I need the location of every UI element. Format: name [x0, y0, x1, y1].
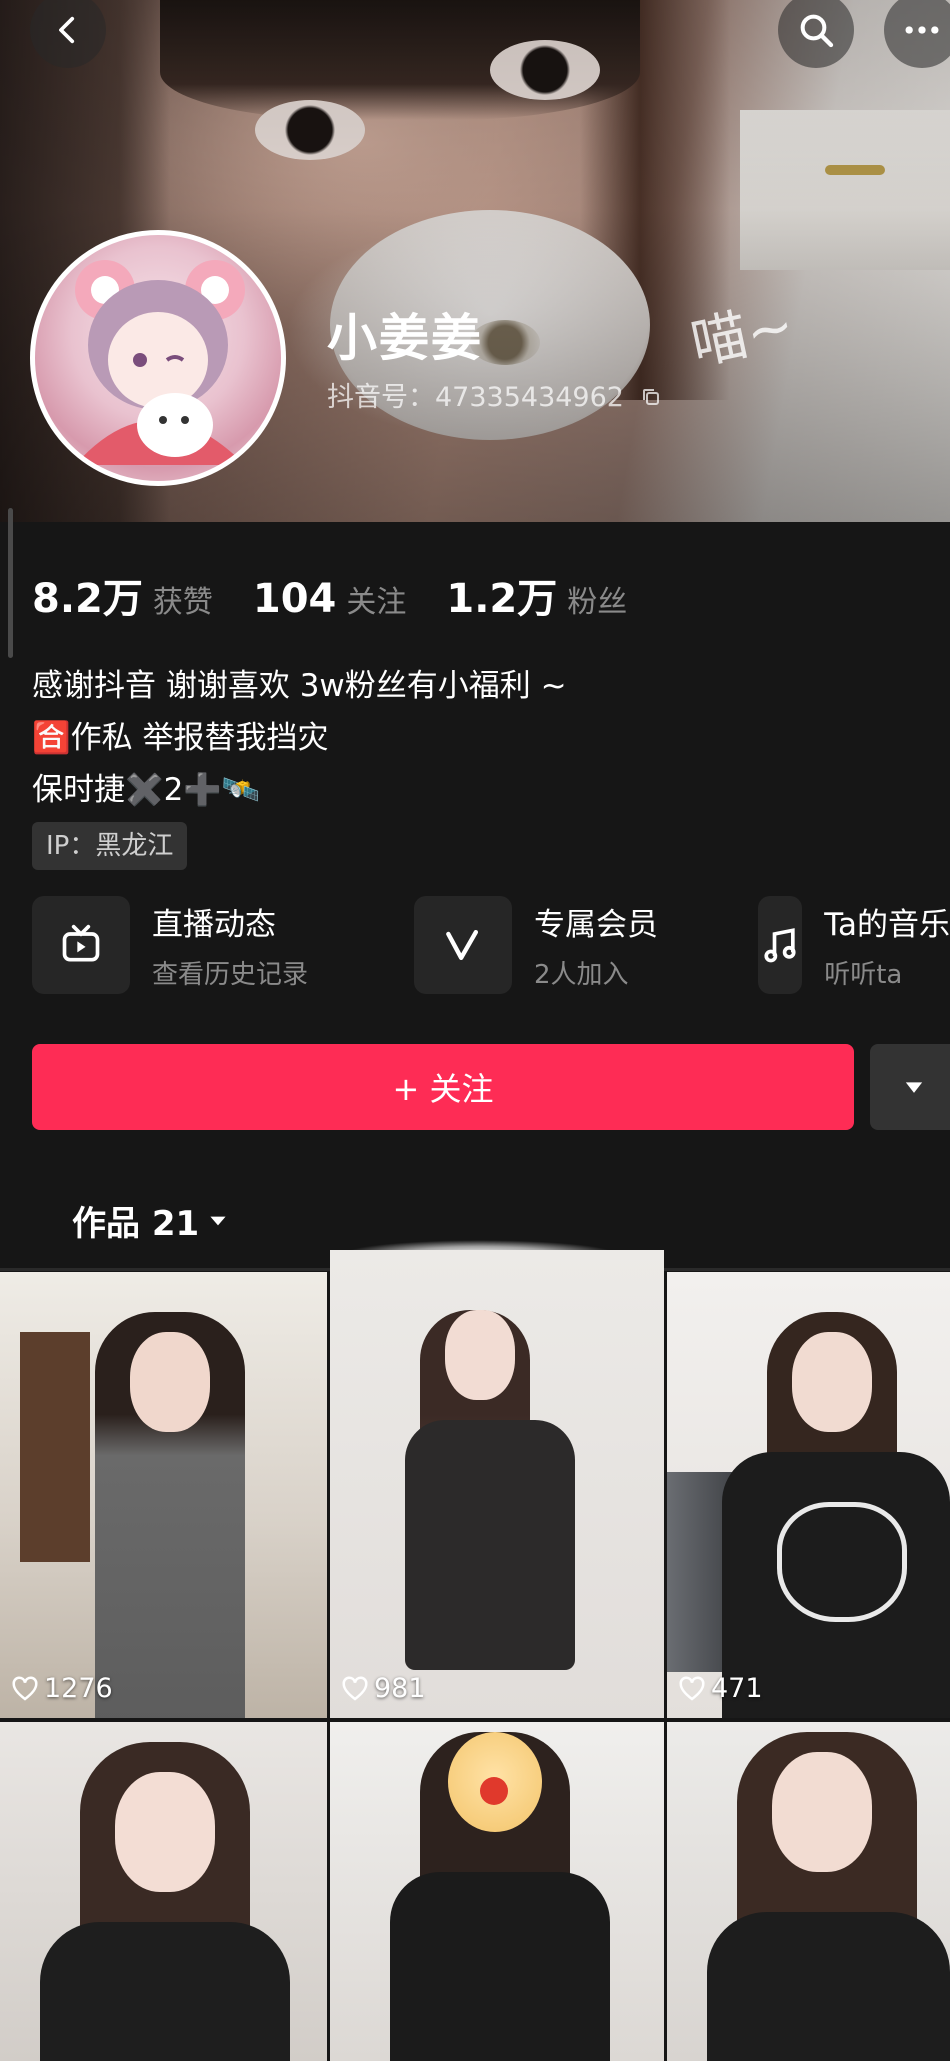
search-icon: [800, 14, 834, 48]
follow-label: + 关注: [392, 1070, 494, 1108]
tv-icon: [32, 896, 130, 994]
heart-icon: [679, 1675, 705, 1701]
douyin-id-text: 抖音号：47335434962: [327, 382, 624, 413]
likes-count: 8.2万: [32, 576, 143, 622]
heart-icon: [342, 1675, 368, 1701]
video-thumbnail[interactable]: 981: [330, 1250, 664, 1718]
tab-works[interactable]: 作品 21: [72, 1196, 231, 1245]
avatar[interactable]: [30, 230, 286, 486]
service-subtitle: 2人加入: [534, 960, 629, 990]
follow-button[interactable]: + 关注: [32, 1044, 854, 1130]
chevron-left-icon: [59, 16, 75, 44]
following-count[interactable]: 104: [253, 576, 337, 622]
music-note-icon: [758, 896, 803, 994]
following-label[interactable]: 关注: [346, 577, 406, 621]
stats-row: 8.2万 获赞 104 关注 1.2万 粉丝: [32, 566, 667, 624]
service-membership[interactable]: 专属会员 2人加入: [414, 896, 658, 994]
scroll-indicator: [8, 508, 13, 658]
douyin-id[interactable]: 抖音号：47335434962: [327, 375, 663, 414]
triangle-down-icon: [905, 1082, 923, 1093]
anime-avatar-illustration: [75, 260, 245, 465]
more-dots-icon: [905, 26, 939, 34]
likes-count: 1276: [44, 1673, 113, 1704]
service-subtitle: 听听ta: [824, 960, 903, 990]
video-thumbnail[interactable]: 471: [667, 1272, 950, 1718]
likes-count: 981: [374, 1673, 426, 1704]
video-thumbnail[interactable]: [0, 1722, 327, 2061]
caret-down-icon: [210, 1216, 226, 1225]
video-thumbnail[interactable]: [330, 1722, 664, 2061]
service-title: Ta的音乐: [824, 907, 950, 943]
bio-line: 保时捷✖️2➕🛰️: [32, 772, 261, 808]
tab-works-label: 作品 21: [72, 1204, 200, 1244]
follow-dropdown-button[interactable]: [870, 1044, 950, 1130]
video-thumbnail[interactable]: [667, 1722, 950, 2061]
profile-name: 小姜姜: [327, 309, 483, 367]
bio: 感谢抖音 谢谢喜欢 3w粉丝有小福利 ~ 🈴作私 举报替我挡灾 保时捷✖️2➕🛰…: [32, 660, 567, 816]
heart-icon: [12, 1675, 38, 1701]
service-title: 直播动态: [152, 907, 276, 943]
likes-count: 471: [711, 1673, 763, 1704]
ip-location-badge: IP：黑龙江: [32, 822, 188, 870]
bio-line: 🈴作私 举报替我挡灾: [32, 720, 329, 756]
service-title: 专属会员: [534, 907, 658, 943]
bio-line: 感谢抖音 谢谢喜欢 3w粉丝有小福利 ~: [32, 668, 567, 704]
service-music[interactable]: Ta的音乐听听ta: [758, 896, 950, 994]
service-subtitle: 查看历史记录: [152, 960, 309, 990]
likes-badge: 981: [340, 1673, 426, 1704]
followers-label[interactable]: 粉丝: [567, 577, 627, 621]
service-live-history[interactable]: 直播动态查看历史记录: [32, 896, 308, 994]
video-thumbnail[interactable]: 1276: [0, 1272, 327, 1718]
likes-badge: 1276: [10, 1673, 113, 1704]
likes-badge: 471: [677, 1673, 763, 1704]
v-member-icon: [414, 896, 512, 994]
likes-label: 获赞: [152, 585, 213, 620]
followers-count[interactable]: 1.2万: [446, 566, 557, 624]
copy-icon[interactable]: [639, 385, 663, 409]
